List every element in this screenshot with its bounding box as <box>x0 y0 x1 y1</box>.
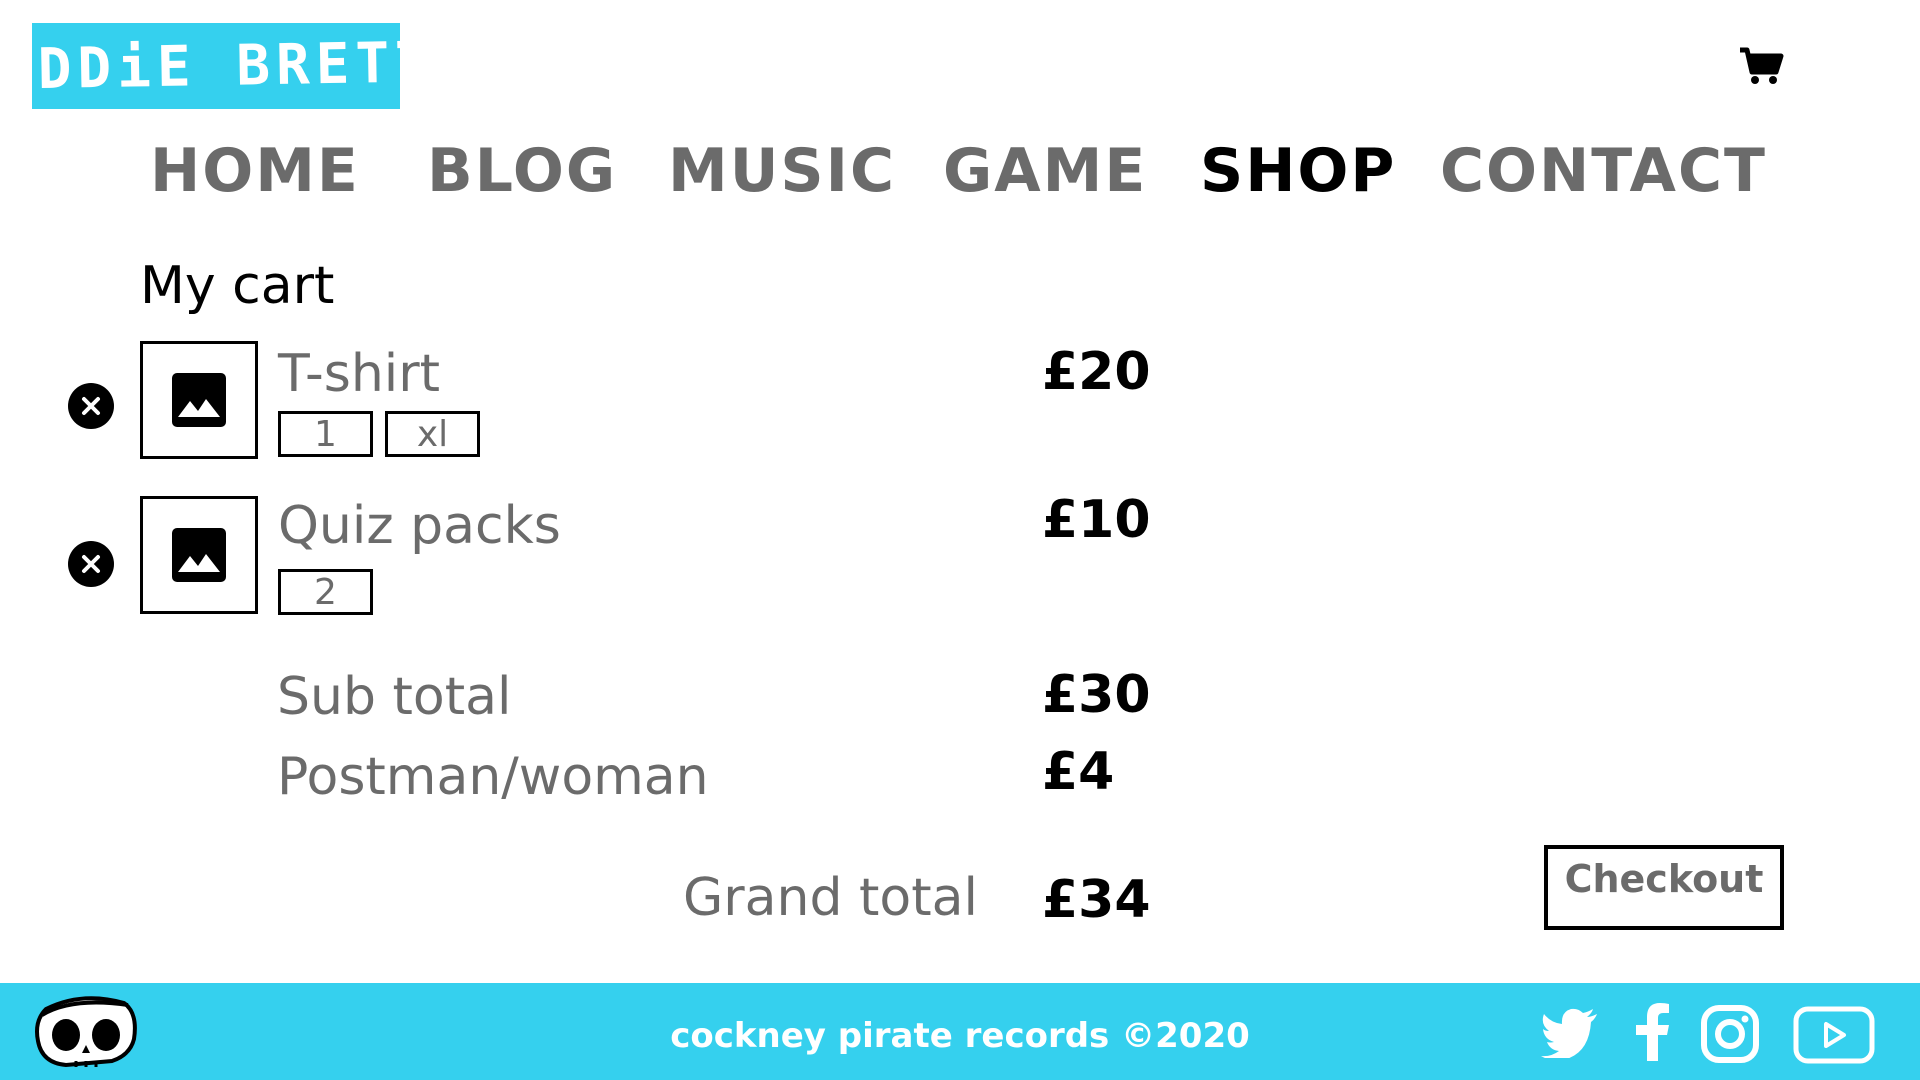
nav-music[interactable]: MUSIC <box>668 136 896 206</box>
image-placeholder-icon <box>172 528 226 582</box>
shopping-cart-icon[interactable] <box>1738 46 1784 86</box>
postage-label: Postman/woman <box>277 747 709 807</box>
image-placeholder-icon <box>172 373 226 427</box>
instagram-icon[interactable] <box>1701 1005 1759 1067</box>
logo-text: EDDiE BRETT <box>0 29 435 103</box>
nav-blog[interactable]: BLOG <box>427 136 617 206</box>
close-circle-icon <box>82 555 100 573</box>
nav-home[interactable]: HOME <box>150 136 360 206</box>
youtube-icon[interactable] <box>1793 1006 1875 1068</box>
item-thumbnail <box>140 496 258 614</box>
item-name: Quiz packs <box>278 496 561 556</box>
facebook-icon[interactable] <box>1634 1003 1670 1065</box>
remove-item-button[interactable] <box>68 383 114 429</box>
remove-item-button[interactable] <box>68 541 114 587</box>
item-thumbnail <box>140 341 258 459</box>
twitter-icon[interactable] <box>1541 1008 1599 1062</box>
checkout-button[interactable]: Checkout <box>1544 845 1784 930</box>
logo[interactable]: EDDiE BRETT <box>0 23 435 109</box>
close-circle-icon <box>82 397 100 415</box>
nav-game[interactable]: GAME <box>943 136 1147 206</box>
subtotal-value: £30 <box>1042 665 1151 725</box>
subtotal-label: Sub total <box>277 667 512 727</box>
nav-contact[interactable]: CONTACT <box>1440 136 1767 206</box>
item-name: T-shirt <box>278 344 441 404</box>
item-price: £10 <box>1042 490 1151 550</box>
size-field[interactable]: xl <box>385 411 480 457</box>
footer-copyright: cockney pirate records ©2020 <box>670 1016 1250 1056</box>
quantity-field[interactable]: 2 <box>278 569 373 615</box>
quantity-field[interactable]: 1 <box>278 411 373 457</box>
grand-total-label: Grand total <box>683 868 978 928</box>
grand-total-value: £34 <box>1042 870 1151 930</box>
nav-shop[interactable]: SHOP <box>1200 136 1396 206</box>
item-price: £20 <box>1042 342 1151 402</box>
postage-value: £4 <box>1042 742 1115 802</box>
page-title: My cart <box>140 256 335 316</box>
